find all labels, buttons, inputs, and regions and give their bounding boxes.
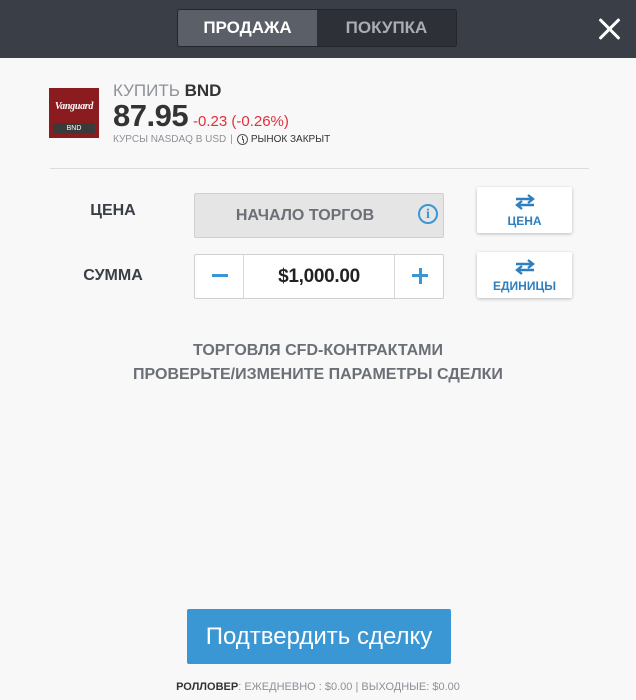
units-toggle-label: ЕДИНИЦЫ xyxy=(493,279,556,293)
amount-input[interactable]: $1,000.00 xyxy=(244,255,394,298)
price-change: -0.23 (-0.26%) xyxy=(193,113,289,130)
price-field[interactable]: НАЧАЛО ТОРГОВ i xyxy=(194,193,444,238)
amount-stepper: $1,000.00 xyxy=(194,254,444,299)
cfd-notice-line2: ПРОВЕРЬТЕ/ИЗМЕНИТЕ ПАРАМЕТРЫ СДЕЛКИ xyxy=(133,366,503,383)
swap-arrows-icon xyxy=(515,194,535,210)
units-mode-toggle[interactable]: ЕДИНИЦЫ xyxy=(477,252,572,298)
logo-ticker-text: BND xyxy=(53,123,95,134)
divider xyxy=(50,168,589,169)
header-bar: ПРОДАЖА ПОКУПКА xyxy=(0,0,636,58)
confirm-trade-button[interactable]: Подтвердить сделку xyxy=(187,609,451,664)
minus-icon[interactable] xyxy=(195,255,244,298)
cfd-notice-line1: ТОРГОВЛЯ CFD-КОНТРАКТАМИ xyxy=(192,342,443,359)
logo-brand-text: Vanguard xyxy=(54,101,94,112)
price-toggle-label: ЦЕНА xyxy=(507,214,542,228)
tab-buy[interactable]: ПОКУПКА xyxy=(317,10,456,46)
close-icon[interactable] xyxy=(596,16,622,42)
market-status: РЫНОК ЗАКРЫТ xyxy=(250,134,331,145)
plus-icon[interactable] xyxy=(394,255,443,298)
rollover-weekend: ВЫХОДНЫЕ: $0.00 xyxy=(361,681,460,693)
price-label: ЦЕНА xyxy=(90,202,136,219)
clock-icon xyxy=(236,134,248,145)
rollover-info: РОЛЛОВЕР: ЕЖЕДНЕВНО : $0.00 | ВЫХОДНЫЕ: … xyxy=(0,681,636,693)
amount-label: СУММА xyxy=(83,267,143,284)
price-value: НАЧАЛО ТОРГОВ xyxy=(235,207,375,224)
quote-meta: КУРСЫ NASDAQ В USD | РЫНОК ЗАКРЫТ xyxy=(113,134,330,145)
instrument-symbol: BND xyxy=(184,81,222,100)
info-icon[interactable]: i xyxy=(418,204,438,224)
price-mode-toggle[interactable]: ЦЕНА xyxy=(477,187,572,233)
meta-separator: | xyxy=(230,134,233,145)
instrument-price: 87.95 xyxy=(113,98,189,133)
quotes-source: КУРСЫ NASDAQ В USD xyxy=(113,134,227,145)
tab-sell[interactable]: ПРОДАЖА xyxy=(178,10,317,46)
rollover-label: РОЛЛОВЕР xyxy=(176,681,239,693)
instrument-logo: Vanguard BND xyxy=(49,88,99,138)
trade-direction-switch: ПРОДАЖА ПОКУПКА xyxy=(177,9,457,47)
swap-arrows-icon xyxy=(515,259,535,275)
rollover-daily: : ЕЖЕДНЕВНО : $0.00 xyxy=(238,681,353,693)
